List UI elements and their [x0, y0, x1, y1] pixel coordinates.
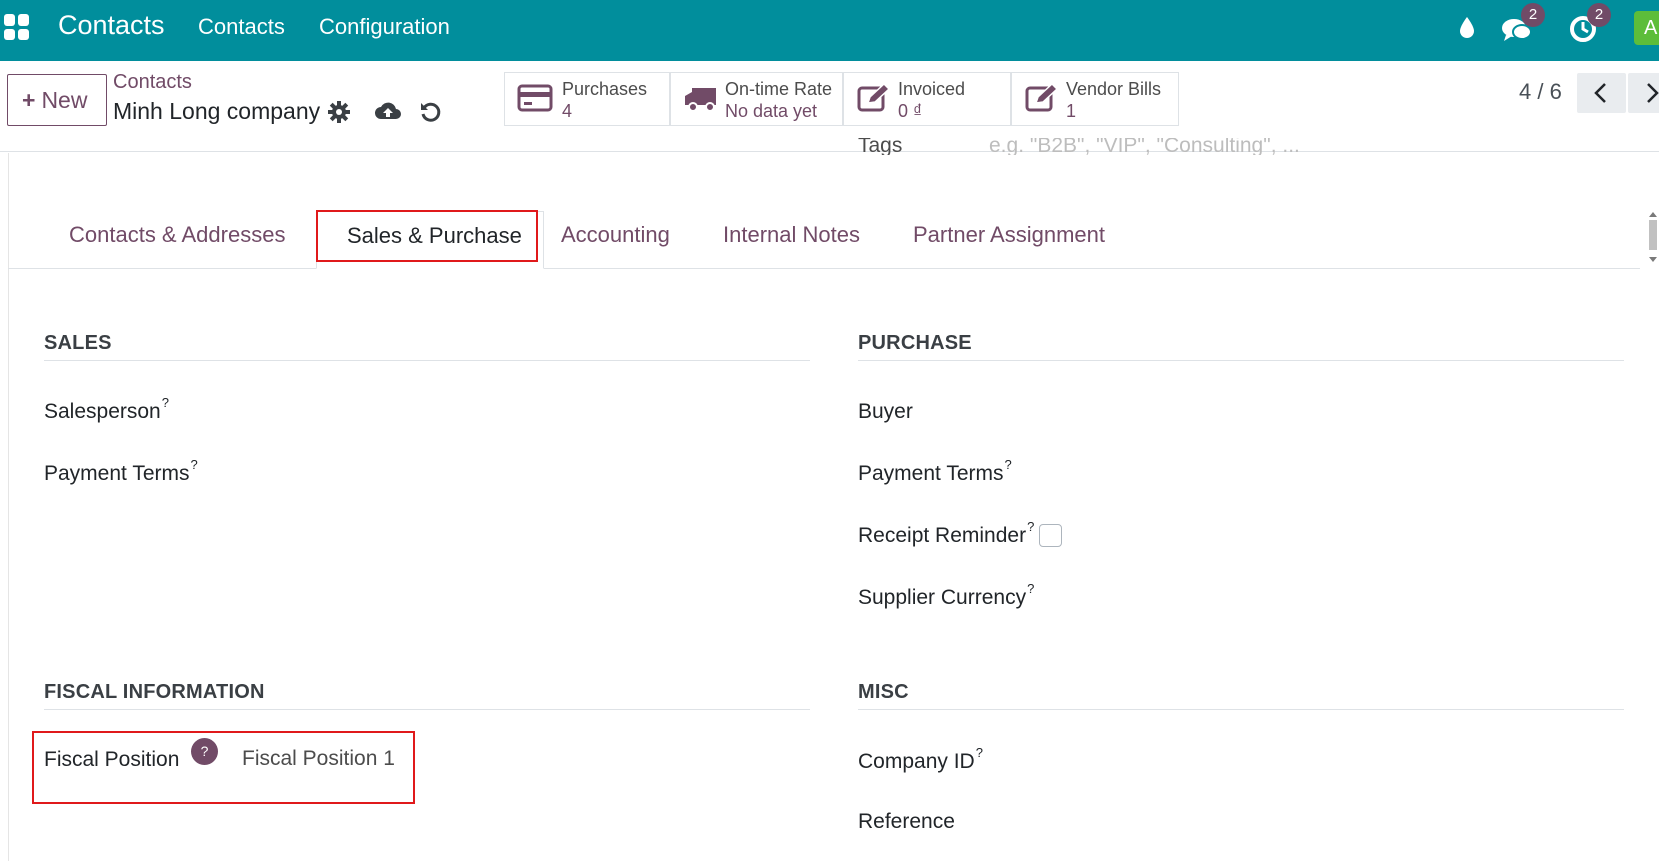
company-id-label: Company ID?: [858, 745, 983, 773]
stat-value: 0 ₫: [898, 101, 923, 121]
discard-undo-icon[interactable]: [418, 99, 444, 125]
pencil-square-icon: [856, 82, 892, 119]
chevron-right-icon: [1647, 83, 1659, 103]
new-button[interactable]: + New: [7, 74, 107, 126]
tab-internal-notes[interactable]: Internal Notes: [723, 222, 860, 248]
help-tooltip-icon[interactable]: ?: [191, 457, 198, 472]
help-tooltip-icon[interactable]: ?: [191, 738, 218, 765]
tags-field-row: Tags e.g. "B2B", "VIP", "Consulting", ..…: [858, 138, 1328, 155]
tab-partner-assignment[interactable]: Partner Assignment: [913, 222, 1105, 248]
app-brand[interactable]: Contacts: [58, 10, 165, 41]
notebook-tabs: Contacts & Addresses Sales & Purchase Ac…: [8, 211, 1640, 269]
sales-payment-terms-label: Payment Terms?: [44, 457, 198, 485]
pager-previous-button[interactable]: [1577, 73, 1626, 113]
section-divider: [858, 709, 1624, 710]
section-divider: [858, 360, 1624, 361]
supplier-currency-label: Supplier Currency?: [858, 581, 1035, 609]
stat-value: No data yet: [725, 101, 818, 121]
pager-next-button[interactable]: [1628, 73, 1659, 113]
stat-label: Vendor Bills: [1066, 79, 1162, 99]
stat-button-invoiced[interactable]: Invoiced 0 ₫: [843, 72, 1011, 126]
truck-icon: [683, 82, 719, 119]
stat-button-on-time-rate[interactable]: On-time Rate No data yet: [670, 72, 843, 126]
tab-accounting[interactable]: Accounting: [561, 222, 670, 248]
section-divider: [44, 360, 810, 361]
salesperson-label: Salesperson?: [44, 395, 169, 423]
help-tooltip-icon[interactable]: ?: [976, 745, 983, 760]
reference-label: Reference: [858, 810, 955, 833]
stat-button-purchases[interactable]: Purchases 4: [504, 72, 670, 126]
tags-label: Tags: [858, 138, 903, 155]
drop-icon[interactable]: [1450, 11, 1484, 45]
chevron-left-icon: [1594, 83, 1606, 103]
tags-input[interactable]: e.g. "B2B", "VIP", "Consulting", ...: [989, 138, 1300, 155]
vertical-scrollbar[interactable]: [1647, 210, 1659, 266]
stat-label: Purchases: [562, 79, 648, 99]
fiscal-position-label: Fiscal Position: [44, 748, 180, 771]
stat-label: On-time Rate: [725, 79, 833, 99]
messages-count-badge: 2: [1521, 3, 1545, 27]
top-navbar: Contacts Contacts Configuration 2 2 A: [0, 0, 1659, 61]
control-panel: + New Contacts Minh Long company Purchase…: [0, 61, 1659, 152]
receipt-reminder-label: Receipt Reminder?: [858, 519, 1035, 547]
help-tooltip-icon[interactable]: ?: [1027, 581, 1034, 596]
help-tooltip-icon[interactable]: ?: [162, 395, 169, 410]
section-title-fiscal-information: FISCAL INFORMATION: [44, 681, 265, 703]
credit-card-icon: [517, 82, 553, 119]
fiscal-position-field[interactable]: Fiscal Position 1: [242, 747, 395, 771]
section-title-purchase: PURCHASE: [858, 332, 972, 354]
receipt-reminder-checkbox[interactable]: [1039, 524, 1062, 547]
tab-contacts-addresses[interactable]: Contacts & Addresses: [69, 222, 285, 248]
buyer-label: Buyer: [858, 400, 913, 423]
stat-value: 1: [1066, 101, 1077, 121]
section-title-misc: MISC: [858, 681, 909, 703]
pager-value[interactable]: 4 / 6: [1519, 79, 1562, 105]
pencil-square-icon: [1024, 82, 1060, 119]
plus-icon: +: [22, 87, 36, 113]
gear-icon[interactable]: [326, 99, 352, 125]
apps-menu-icon[interactable]: [4, 14, 30, 40]
help-tooltip-icon[interactable]: ?: [1027, 519, 1034, 534]
user-avatar[interactable]: A: [1634, 11, 1659, 45]
purchase-payment-terms-label: Payment Terms?: [858, 457, 1012, 485]
activities-count-badge: 2: [1587, 3, 1611, 27]
tab-sales-purchase[interactable]: Sales & Purchase: [316, 211, 544, 269]
stat-button-vendor-bills[interactable]: Vendor Bills 1: [1011, 72, 1179, 126]
menu-contacts[interactable]: Contacts: [198, 14, 285, 40]
menu-configuration[interactable]: Configuration: [319, 14, 450, 40]
record-title: Minh Long company: [113, 98, 321, 124]
help-tooltip-icon[interactable]: ?: [1005, 457, 1012, 472]
stat-value: 4: [562, 101, 573, 121]
stat-label: Invoiced: [898, 79, 966, 99]
section-title-sales: SALES: [44, 332, 112, 354]
cloud-upload-icon[interactable]: [374, 99, 401, 125]
breadcrumb-parent[interactable]: Contacts: [113, 71, 192, 94]
section-divider: [44, 709, 810, 710]
